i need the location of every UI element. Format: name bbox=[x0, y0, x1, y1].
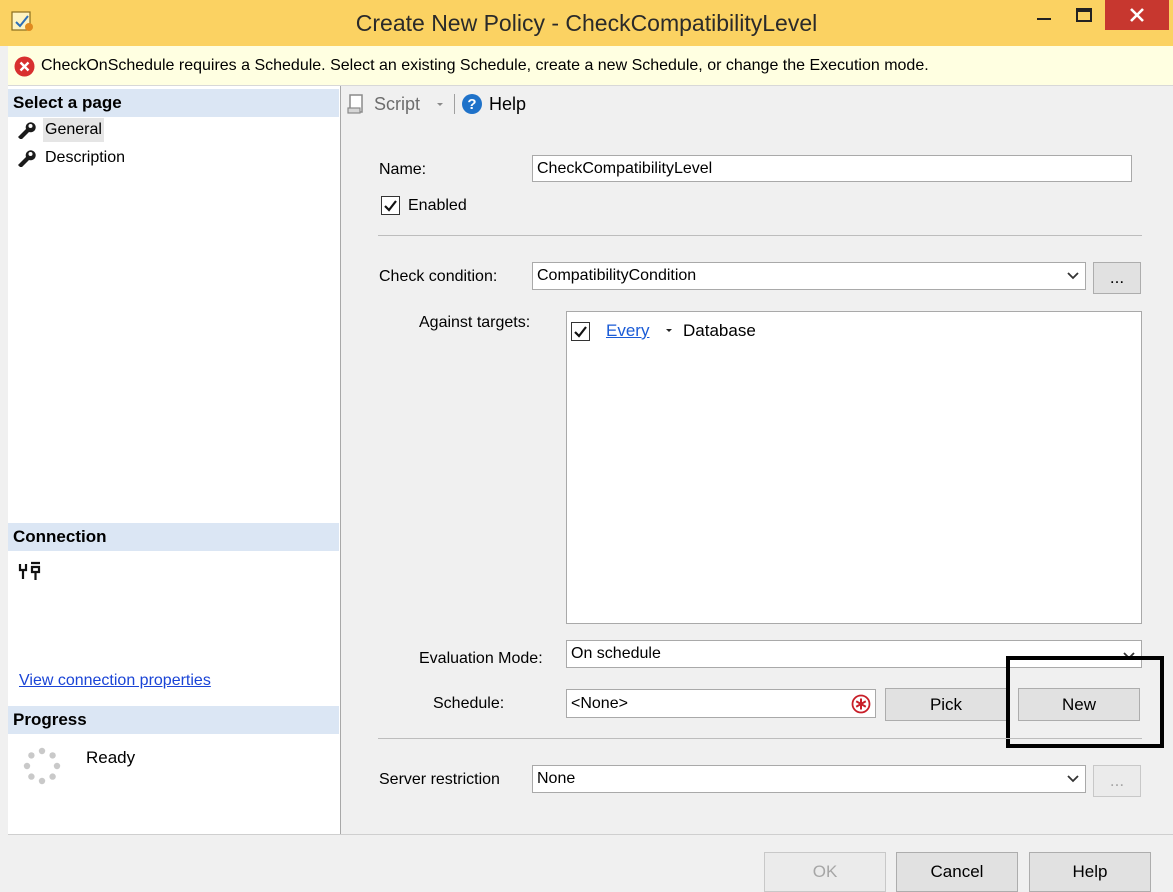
evaluation-mode-label: Evaluation Mode: bbox=[419, 650, 543, 667]
section-divider bbox=[378, 235, 1142, 236]
script-button[interactable]: Script bbox=[374, 93, 420, 115]
pick-button[interactable]: Pick bbox=[885, 688, 1007, 721]
required-icon bbox=[851, 694, 871, 714]
page-item-general[interactable]: General bbox=[12, 118, 332, 142]
toolbar-separator bbox=[454, 94, 455, 114]
help-toolbar-button[interactable]: Help bbox=[489, 93, 526, 115]
wrench-icon bbox=[18, 122, 36, 139]
section-divider bbox=[378, 738, 1142, 739]
close-button[interactable] bbox=[1105, 0, 1169, 30]
progress-spinner-icon bbox=[23, 747, 61, 785]
server-restriction-label: Server restriction bbox=[379, 771, 500, 788]
targets-list bbox=[566, 311, 1142, 624]
page-item-description[interactable]: Description bbox=[12, 146, 332, 170]
chevron-down-icon[interactable] bbox=[434, 93, 446, 115]
chevron-down-icon[interactable] bbox=[663, 324, 675, 336]
chevron-down-icon bbox=[1067, 272, 1079, 280]
minimize-icon bbox=[1037, 18, 1051, 20]
ok-button[interactable]: OK bbox=[764, 852, 886, 892]
chevron-down-icon bbox=[1067, 775, 1079, 783]
connection-icon bbox=[18, 561, 41, 580]
check-condition-select[interactable]: CompatibilityCondition bbox=[532, 262, 1086, 290]
left-panel: Select a page General Description Connec… bbox=[8, 86, 341, 834]
schedule-label: Schedule: bbox=[433, 695, 505, 712]
bottom-separator bbox=[8, 834, 1173, 835]
highlight-box bbox=[1006, 656, 1164, 748]
minimize-button[interactable] bbox=[1025, 0, 1063, 32]
check-condition-value: CompatibilityCondition bbox=[537, 267, 697, 284]
schedule-input[interactable]: <None> bbox=[566, 689, 876, 718]
enabled-checkbox[interactable] bbox=[381, 196, 400, 215]
progress-status: Ready bbox=[86, 748, 136, 767]
name-input[interactable]: CheckCompatibilityLevel bbox=[532, 155, 1132, 182]
check-condition-label: Check condition: bbox=[379, 268, 498, 285]
server-restriction-value: None bbox=[537, 770, 576, 787]
connection-header: Connection bbox=[8, 523, 339, 551]
error-message: CheckOnSchedule requires a Schedule. Sel… bbox=[41, 57, 929, 74]
page-item-label: Description bbox=[45, 149, 126, 166]
server-restriction-browse-button[interactable]: ... bbox=[1093, 765, 1141, 797]
server-restriction-select[interactable]: None bbox=[532, 765, 1086, 793]
close-icon bbox=[1130, 8, 1144, 22]
cancel-button[interactable]: Cancel bbox=[896, 852, 1018, 892]
title-bar: Create New Policy - CheckCompatibilityLe… bbox=[0, 0, 1173, 46]
target-checkbox[interactable] bbox=[571, 322, 590, 341]
svg-text:?: ? bbox=[467, 96, 476, 113]
progress-header: Progress bbox=[8, 706, 339, 734]
maximize-button[interactable] bbox=[1065, 0, 1103, 32]
enabled-label: Enabled bbox=[408, 197, 467, 214]
check-condition-browse-button[interactable]: ... bbox=[1093, 262, 1141, 294]
name-label: Name: bbox=[379, 161, 427, 178]
help-button[interactable]: Help bbox=[1029, 852, 1151, 892]
view-connection-properties-link[interactable]: View connection properties bbox=[19, 672, 211, 690]
evaluation-mode-value: On schedule bbox=[571, 645, 661, 662]
help-icon[interactable]: ? bbox=[461, 93, 483, 115]
schedule-value: <None> bbox=[571, 695, 628, 712]
maximize-icon bbox=[1076, 8, 1092, 22]
target-every-link[interactable]: Every bbox=[606, 321, 649, 341]
against-targets-label: Against targets: bbox=[419, 314, 531, 331]
checkmark-icon bbox=[574, 326, 587, 338]
checkmark-icon bbox=[384, 200, 397, 212]
error-banner: CheckOnSchedule requires a Schedule. Sel… bbox=[8, 46, 1173, 86]
select-page-header: Select a page bbox=[8, 89, 339, 117]
target-type-label: Database bbox=[683, 321, 756, 340]
wrench-icon bbox=[18, 150, 36, 167]
script-icon[interactable] bbox=[346, 93, 368, 115]
window-title: Create New Policy - CheckCompatibilityLe… bbox=[355, 10, 818, 36]
page-item-label: General bbox=[43, 118, 104, 142]
error-icon bbox=[14, 56, 35, 77]
